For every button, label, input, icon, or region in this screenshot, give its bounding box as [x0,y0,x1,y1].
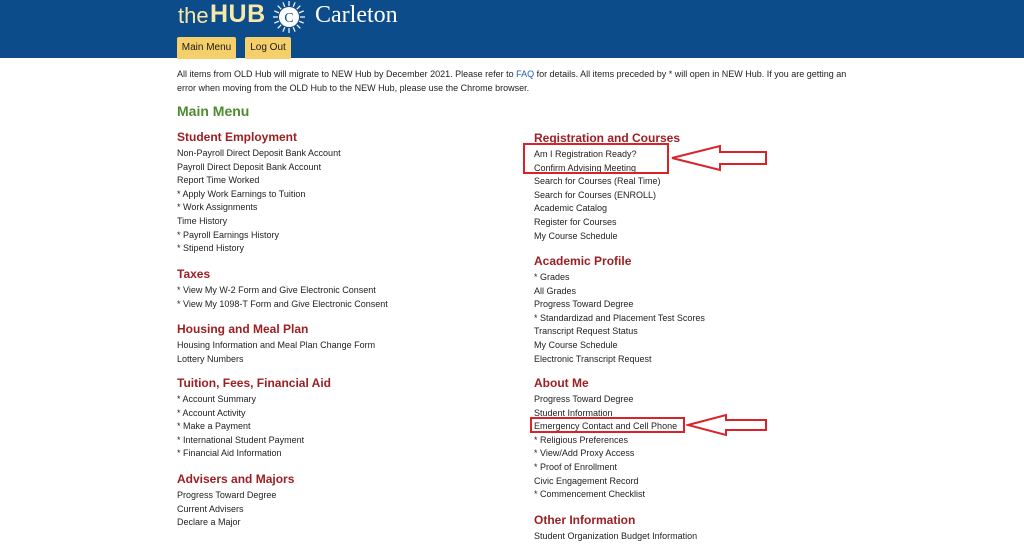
section-heading: Academic Profile [534,254,632,268]
menu-item[interactable]: * Make a Payment [177,420,331,434]
logo-hub: HUB [210,0,266,28]
section-academic-profile: Academic Profile * Grades All Grades Progr… [534,254,705,366]
section-other: Other Information Student Organization B… [534,513,697,544]
section-heading: About Me [534,376,589,390]
site-header: the HUB C Carleton Main Menu Log Out [0,0,1024,59]
menu-item[interactable]: * International Student Payment [177,434,331,448]
menu-item[interactable]: My Course Schedule [534,339,705,353]
faq-link[interactable]: FAQ [516,69,534,79]
menu-item[interactable]: * Proof of Enrollment [534,461,677,475]
main-menu-button[interactable]: Main Menu [177,37,236,59]
menu-item[interactable]: * Work Assignments [177,201,341,215]
menu-item[interactable]: Student Organization Budget Information [534,530,697,544]
menu-item[interactable]: * Account Summary [177,393,331,407]
highlight-box-registration [523,143,669,174]
menu-list: * View My W-2 Form and Give Electronic C… [177,284,388,311]
carleton-seal-icon: C [273,1,305,33]
menu-item[interactable]: Time History [177,215,341,229]
menu-item[interactable]: Declare a Major [177,516,294,530]
section-heading: Tuition, Fees, Financial Aid [177,376,332,390]
menu-list: Progress Toward Degree Current Advisers De… [177,489,294,530]
menu-item[interactable]: Search for Courses (Real Time) [534,175,680,189]
section-tuition: Tuition, Fees, Financial Aid * Account S… [177,376,331,461]
menu-item[interactable]: Progress Toward Degree [534,393,677,407]
menu-item[interactable]: * Payroll Earnings History [177,229,341,243]
menu-list: Progress Toward Degree Student Informatio… [534,393,677,502]
menu-list: Housing Information and Meal Plan Change… [177,339,375,366]
menu-item[interactable]: * Grades [534,271,705,285]
menu-item[interactable]: Non-Payroll Direct Deposit Bank Account [177,147,341,161]
menu-item[interactable]: * Standardizad and Placement Test Scores [534,312,705,326]
menu-item[interactable]: Electronic Transcript Request [534,353,705,367]
logo-the: the [178,3,209,28]
section-taxes: Taxes * View My W-2 Form and Give Electr… [177,267,388,311]
section-housing: Housing and Meal Plan Housing Informatio… [177,322,375,366]
menu-item[interactable]: Search for Courses (ENROLL) [534,189,680,203]
menu-item[interactable]: * Commencement Checklist [534,488,677,502]
menu-list: * Account Summary * Account Activity * Mak… [177,393,331,461]
menu-item[interactable]: * View My 1098-T Form and Give Electroni… [177,298,388,312]
svg-text:C: C [284,11,293,26]
highlight-box-emergency-contact [530,417,685,433]
annotation-arrow-icon [671,144,767,172]
menu-item[interactable]: * View/Add Proxy Access [534,447,677,461]
menu-item[interactable]: Housing Information and Meal Plan Change… [177,339,375,353]
menu-item[interactable]: * Apply Work Earnings to Tuition [177,188,341,202]
menu-list: Student Organization Budget Information [534,530,697,544]
menu-item[interactable]: * View My W-2 Form and Give Electronic C… [177,284,388,298]
menu-item[interactable]: Civic Engagement Record [534,475,677,489]
migration-notice: All items from OLD Hub will migrate to N… [177,67,867,95]
log-out-button[interactable]: Log Out [245,37,291,59]
section-heading: Advisers and Majors [177,472,295,486]
section-advisers: Advisers and Majors Progress Toward Degr… [177,472,294,530]
menu-item[interactable]: * Religious Preferences [534,434,677,448]
annotation-arrow-icon [686,413,767,437]
menu-item[interactable]: Lottery Numbers [177,353,375,367]
carleton-wordmark: Carleton [315,2,398,28]
section-heading: Taxes [177,267,211,281]
section-about-me: About Me Progress Toward Degree Student I… [534,376,677,502]
section-heading: Housing and Meal Plan [177,322,309,336]
menu-item[interactable]: * Account Activity [177,407,331,421]
menu-item[interactable]: * Financial Aid Information [177,447,331,461]
section-student-employment: Student Employment Non-Payroll Direct De… [177,130,341,256]
menu-list: Non-Payroll Direct Deposit Bank Account P… [177,147,341,256]
menu-item[interactable]: Academic Catalog [534,202,680,216]
menu-item[interactable]: Current Advisers [177,503,294,517]
menu-item[interactable]: Register for Courses [534,216,680,230]
notice-text-start: All items from OLD Hub will migrate to N… [177,69,517,79]
menu-item[interactable]: * Stipend History [177,242,341,256]
section-heading: Student Employment [177,130,298,144]
menu-item[interactable]: Progress Toward Degree [534,298,705,312]
menu-item[interactable]: All Grades [534,285,705,299]
menu-item[interactable]: Payroll Direct Deposit Bank Account [177,161,341,175]
menu-item[interactable]: Transcript Request Status [534,325,705,339]
menu-item[interactable]: Report Time Worked [177,174,341,188]
menu-item[interactable]: Progress Toward Degree [177,489,294,503]
menu-item[interactable]: My Course Schedule [534,230,680,244]
section-heading: Other Information [534,513,636,527]
page-title: Main Menu [177,103,250,119]
menu-list: * Grades All Grades Progress Toward Degree… [534,271,705,366]
